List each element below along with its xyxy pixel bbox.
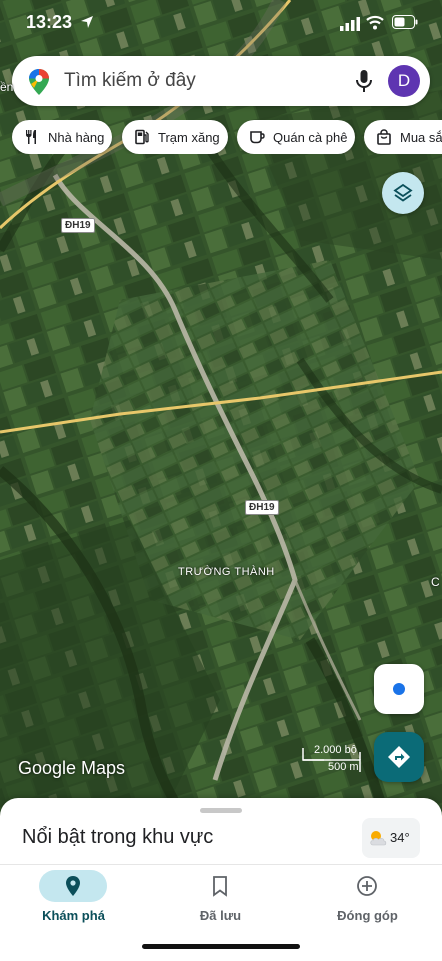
directions-icon <box>388 746 410 768</box>
nav-explore[interactable]: Khám phá <box>0 865 147 935</box>
scale-metric: 500 m <box>328 761 359 773</box>
road-label-dh19[interactable]: ĐH19 <box>61 218 95 233</box>
place-label[interactable]: TRƯỜNG THÀNH <box>178 566 275 578</box>
explore-pin-icon <box>66 876 80 896</box>
bookmark-icon <box>213 876 227 897</box>
weather-temperature: 34° <box>390 830 410 845</box>
chip-cafes[interactable]: Quán cà phê <box>237 120 355 154</box>
add-circle-icon <box>357 876 377 896</box>
my-location-button[interactable] <box>374 664 424 714</box>
search-placeholder[interactable]: Tìm kiếm ở đây <box>64 70 196 92</box>
map-layers-button[interactable] <box>382 172 424 214</box>
map-edge-label: C <box>431 575 440 589</box>
layers-icon <box>393 183 413 202</box>
google-maps-pin-icon <box>29 69 49 95</box>
nav-active-pill <box>39 870 107 902</box>
map-scale: 2.000 bộ 500 m <box>302 744 368 774</box>
sheet-heading: Nổi bật trong khu vực <box>22 826 214 848</box>
road-label-dh19[interactable]: ĐH19 <box>245 500 279 515</box>
chip-label: Quán cà phê <box>273 129 348 145</box>
weather-badge[interactable]: 34° <box>362 818 420 858</box>
sheet-drag-handle[interactable] <box>200 808 242 813</box>
chip-shopping[interactable]: Mua sắm <box>364 120 442 154</box>
nav-label: Khám phá <box>42 908 105 923</box>
category-chips: Nhà hàng Trạm xăng Quán cà phê Mua sắm <box>12 120 442 154</box>
nav-icon-container <box>333 870 401 902</box>
chip-label: Mua sắm <box>400 129 442 145</box>
shopping-bag-icon <box>377 129 391 145</box>
chip-gas-stations[interactable]: Trạm xăng <box>122 120 228 154</box>
coffee-icon <box>250 131 265 144</box>
chip-label: Trạm xăng <box>158 129 220 145</box>
nav-icon-container <box>186 870 254 902</box>
chip-label: Nhà hàng <box>48 129 105 145</box>
google-maps-attribution: Google Maps <box>18 758 126 778</box>
nav-saved[interactable]: Đã lưu <box>147 865 294 935</box>
nav-contribute[interactable]: Đóng góp <box>294 865 441 935</box>
search-bar[interactable]: Tìm kiếm ở đây D <box>12 56 430 106</box>
location-dot-icon <box>393 683 405 695</box>
map-edge-label: ền <box>0 80 14 94</box>
partly-cloudy-icon <box>370 831 387 846</box>
directions-button[interactable] <box>374 732 424 782</box>
signal-icon <box>340 17 360 31</box>
nav-label: Đã lưu <box>199 908 242 923</box>
home-indicator[interactable] <box>142 944 300 949</box>
scale-imperial: 2.000 bộ <box>314 744 357 756</box>
wifi-icon <box>366 15 384 30</box>
status-bar: 13:23 <box>0 0 442 46</box>
battery-icon <box>392 15 418 29</box>
microphone-icon[interactable] <box>354 69 374 93</box>
location-arrow-icon <box>81 16 93 28</box>
chip-restaurants[interactable]: Nhà hàng <box>12 120 112 154</box>
nav-label: Đóng góp <box>337 908 398 923</box>
utensils-icon <box>26 130 36 144</box>
gas-station-icon <box>135 129 149 145</box>
account-avatar[interactable]: D <box>388 65 420 97</box>
status-time: 13:23 <box>26 12 73 32</box>
